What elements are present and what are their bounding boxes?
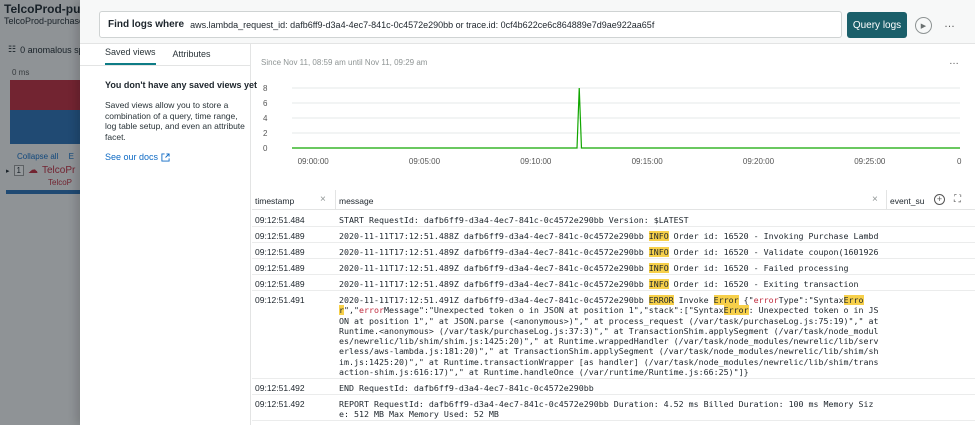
query-bar: Find logs where aws.lambda_request_id: d…: [80, 0, 975, 44]
tab-attributes[interactable]: Attributes: [173, 49, 211, 65]
table-row[interactable]: 09:12:51.489 2020-11-11T17:12:51.489Z daf…: [252, 243, 975, 267]
query-input[interactable]: Find logs where aws.lambda_request_id: d…: [99, 11, 842, 38]
logs-panel: Find logs where aws.lambda_request_id: d…: [80, 0, 975, 425]
column-divider[interactable]: [886, 190, 887, 210]
chart-time-range: Since Nov 11, 08:59 am until Nov 11, 09:…: [261, 58, 428, 67]
saved-views-sidebar: Saved views Attributes You don't have an…: [80, 44, 257, 425]
y-tick-label: 2: [263, 129, 268, 138]
row-message: 2020-11-11T17:12:51.489Z dafb6ff9-d3a4-4…: [339, 279, 859, 289]
tab-saved-views[interactable]: Saved views: [105, 47, 156, 65]
row-timestamp: 09:12:51.489: [255, 279, 305, 289]
x-tick-label: 09:05:00: [409, 157, 441, 166]
close-icon[interactable]: ×: [872, 194, 878, 205]
table-row[interactable]: 09:12:51.491 2020-11-11T17:12:51.491Z daf…: [252, 291, 975, 379]
empty-state-title: You don't have any saved views yet: [105, 80, 258, 90]
see-docs-link[interactable]: See our docs: [105, 152, 170, 162]
chart-plot: 0 2 4 6 8 09:00:00 09:05:00 09:10:00 09:15:00 09:…: [263, 84, 962, 166]
row-timestamp: 09:12:51.491: [255, 295, 305, 305]
table-row[interactable]: 09:12:51.489 2020-11-11T17:12:51.488Z daf…: [252, 227, 975, 251]
sidebar-tabs: Saved views Attributes: [80, 44, 250, 66]
row-message: 2020-11-11T17:12:51.491Z dafb6ff9-d3a4-4…: [339, 295, 884, 378]
row-timestamp: 09:12:51.489: [255, 247, 305, 257]
row-message: REPORT RequestId: dafb6ff9-d3a4-4ec7-841…: [339, 399, 874, 420]
play-icon[interactable]: ▶: [915, 17, 932, 34]
more-options-icon[interactable]: …: [944, 18, 956, 30]
column-message[interactable]: message: [339, 196, 374, 206]
row-message: 2020-11-11T17:12:51.489Z dafb6ff9-d3a4-4…: [339, 263, 849, 273]
x-tick-label: 09:10:00: [520, 157, 552, 166]
y-tick-label: 8: [263, 84, 268, 93]
table-header: timestamp × message × event_su + ⛶: [252, 190, 975, 210]
x-tick-label: 09:15:00: [632, 157, 664, 166]
close-icon[interactable]: ×: [320, 194, 326, 205]
query-value[interactable]: aws.lambda_request_id: dafb6ff9-d3a4-4ec…: [190, 20, 654, 30]
query-logs-button[interactable]: Query logs: [847, 12, 907, 38]
x-tick-label: 09:20:00: [743, 157, 775, 166]
table-row[interactable]: 09:12:51.484 START RequestId: dafb6ff9-d3…: [252, 211, 975, 227]
empty-state-description: Saved views allow you to store a combina…: [105, 100, 245, 142]
external-link-icon: [161, 152, 170, 162]
row-message: END RequestId: dafb6ff9-d3a4-4ec7-841c-0…: [339, 383, 594, 393]
row-timestamp: 09:12:51.492: [255, 383, 305, 393]
row-timestamp: 09:12:51.489: [255, 263, 305, 273]
log-table: timestamp × message × event_su + ⛶ 09:12…: [252, 190, 975, 425]
row-message: START RequestId: dafb6ff9-d3a4-4ec7-841c…: [339, 215, 689, 225]
row-timestamp: 09:12:51.484: [255, 215, 305, 225]
column-timestamp[interactable]: timestamp: [255, 196, 294, 206]
x-tick-label: 09:00:00: [298, 157, 330, 166]
table-row[interactable]: 09:12:51.492 REPORT RequestId: dafb6ff9-d…: [252, 395, 975, 421]
row-timestamp: 09:12:51.492: [255, 399, 305, 409]
table-row[interactable]: 09:12:51.489 2020-11-11T17:12:51.489Z daf…: [252, 259, 975, 275]
table-row[interactable]: 09:12:51.492 END RequestId: dafb6ff9-d3a4…: [252, 379, 975, 395]
see-docs-label[interactable]: See our docs: [105, 152, 158, 162]
chart-more-icon[interactable]: …: [949, 56, 959, 67]
column-event-source[interactable]: event_su: [890, 196, 926, 206]
x-tick-label: 0: [957, 157, 962, 166]
query-label: Find logs where: [108, 19, 185, 30]
x-tick-label: 09:25:00: [854, 157, 886, 166]
column-divider[interactable]: [335, 190, 336, 210]
add-column-icon[interactable]: +: [934, 194, 945, 205]
row-timestamp: 09:12:51.489: [255, 231, 305, 241]
y-tick-label: 6: [263, 99, 268, 108]
log-volume-chart: Since Nov 11, 08:59 am until Nov 11, 09:…: [252, 44, 975, 184]
y-tick-label: 0: [263, 144, 268, 153]
table-row[interactable]: 09:12:51.489 2020-11-11T17:12:51.489Z daf…: [252, 275, 975, 291]
y-tick-label: 4: [263, 114, 268, 123]
expand-icon[interactable]: ⛶: [954, 194, 961, 205]
